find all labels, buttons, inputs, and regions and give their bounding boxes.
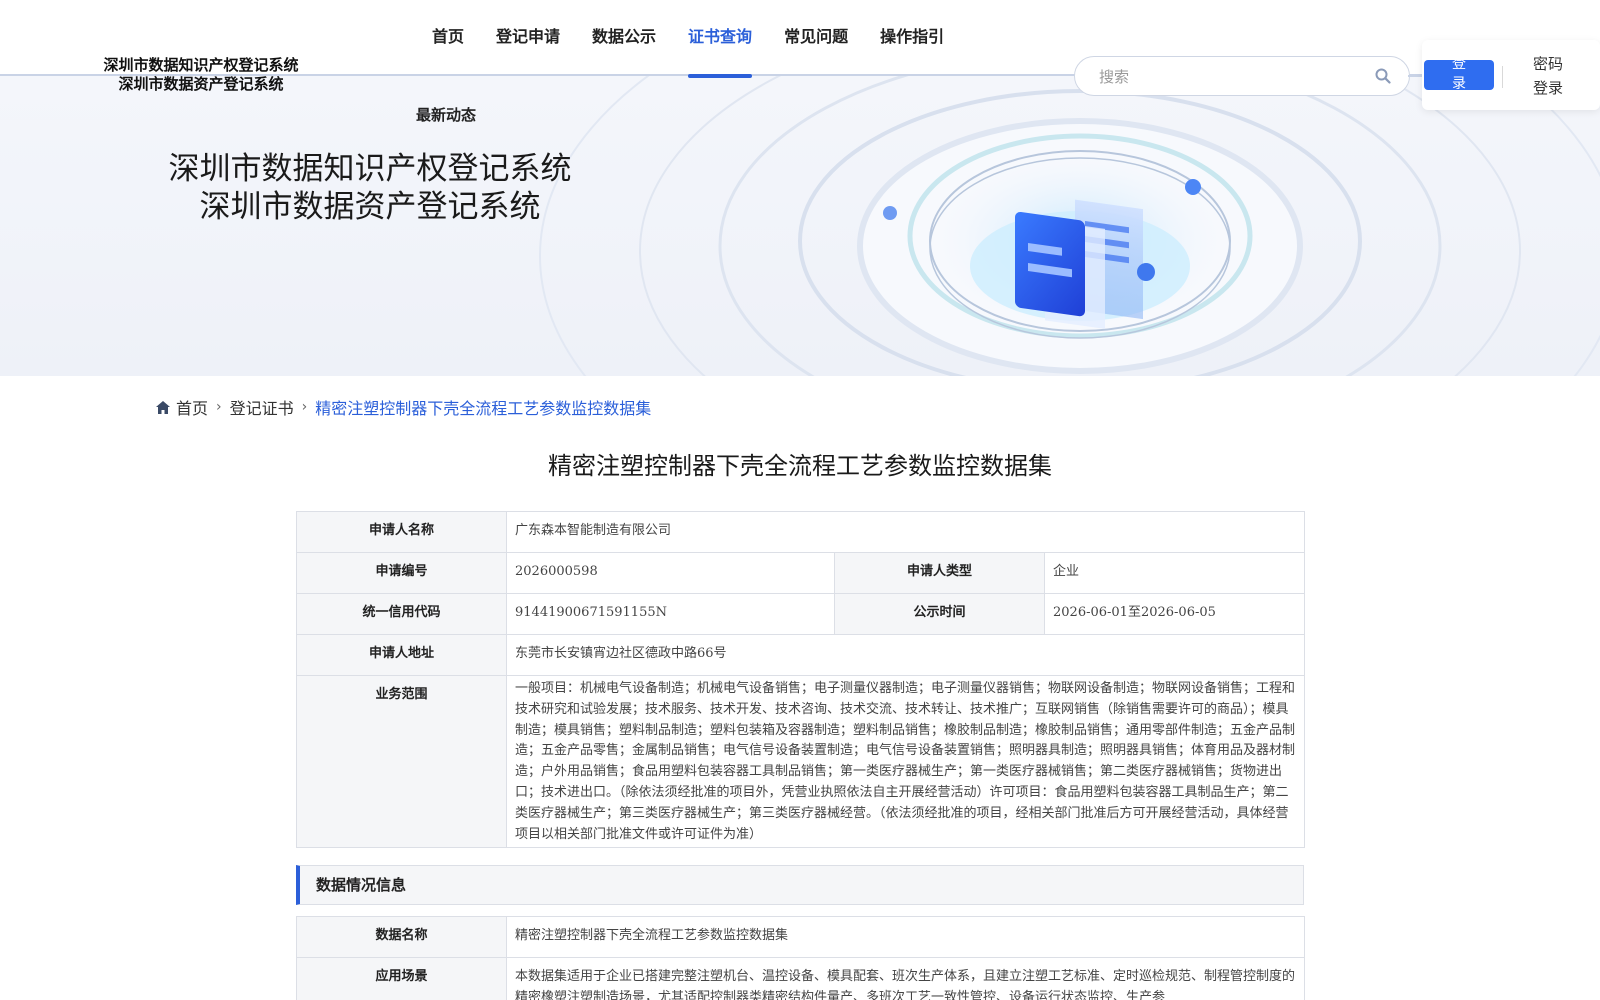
breadcrumb-current: 精密注塑控制器下壳全流程工艺参数监控数据集 — [315, 399, 652, 418]
logo-line2: 深圳市数据资产登记系统 — [118, 75, 284, 93]
applicant-name-label: 申请人名称 — [296, 511, 507, 553]
login-button-label: 登录 — [1452, 60, 1466, 90]
nav-item-home[interactable]: 首页 — [416, 24, 480, 76]
applicant-address-label: 申请人地址 — [296, 634, 507, 676]
banner-illustration — [539, 76, 1600, 376]
application-scenario-value: 本数据集适用于企业已搭建完整注塑机台、温控设备、模具配套、班次生产体系，且建立注… — [506, 957, 1305, 1000]
search-input[interactable] — [1099, 65, 1359, 89]
page-title: 精密注塑控制器下壳全流程工艺参数监控数据集 — [548, 452, 1052, 480]
main-nav: 首页 登记申请 数据公示 证书查询 常见问题 操作指引 — [416, 24, 960, 78]
applicant-type-label: 申请人类型 — [834, 552, 1045, 594]
business-scope-label: 业务范围 — [296, 674, 507, 849]
home-icon[interactable] — [156, 400, 170, 414]
credit-code-value: 91441900671591155N — [506, 593, 835, 635]
data-info-table: 数据名称 精密注塑控制器下壳全流程工艺参数监控数据集 应用场景 本数据集适用于企… — [296, 916, 1305, 1000]
application-number-value: 2026000598 — [506, 552, 835, 594]
chevron-right-icon: › — [216, 399, 222, 415]
search-icon[interactable] — [1375, 68, 1391, 84]
nav-item-faq[interactable]: 常见问题 — [768, 24, 864, 76]
data-info-section-header: 数据情况信息 — [296, 865, 1304, 905]
nav-item-latest-news[interactable]: 最新动态 — [416, 104, 476, 125]
applicant-type-value: 企业 — [1044, 552, 1305, 594]
nav-item-register-apply[interactable]: 登记申请 — [480, 24, 576, 76]
applicant-address-value: 东莞市长安镇宵边社区德政中路66号 — [506, 634, 1305, 676]
applicant-name-value: 广东森本智能制造有限公司 — [506, 511, 1305, 553]
breadcrumb-home[interactable]: 首页 — [176, 395, 208, 419]
breadcrumb: 首页 › 登记证书 › 精密注塑控制器下壳全流程工艺参数监控数据集 — [156, 396, 651, 418]
credit-code-label: 统一信用代码 — [296, 593, 507, 635]
publicity-time-value: 2026-06-01至2026-06-05 — [1044, 593, 1305, 635]
application-number-label: 申请编号 — [296, 552, 507, 594]
data-name-value: 精密注塑控制器下壳全流程工艺参数监控数据集 — [506, 916, 1305, 958]
applicant-info-table: 申请人名称 广东森本智能制造有限公司 申请编号 2026000598 申请人类型… — [296, 511, 1305, 849]
logo-line1: 深圳市数据知识产权登记系统 — [103, 56, 299, 74]
nav-item-data-publicity[interactable]: 数据公示 — [576, 24, 672, 76]
search-box — [1074, 56, 1410, 96]
breadcrumb-certificates[interactable]: 登记证书 — [230, 395, 294, 419]
banner-title-line2: 深圳市数据资产登记系统 — [199, 189, 541, 225]
publicity-time-label: 公示时间 — [834, 593, 1045, 635]
hero-banner: 深圳市数据知识产权登记系统 深圳市数据资产登记系统 — [0, 76, 1600, 376]
business-scope-value: 一般项目：机械电气设备制造；机械电气设备销售；电子测量仪器制造；电子测量仪器销售… — [506, 674, 1305, 849]
table-row: 统一信用代码 91441900671591155N 公示时间 2026-06-0… — [296, 593, 1305, 635]
table-row: 数据名称 精密注塑控制器下壳全流程工艺参数监控数据集 — [296, 916, 1305, 958]
table-row: 申请编号 2026000598 申请人类型 企业 — [296, 552, 1305, 594]
chevron-right-icon: › — [301, 399, 308, 415]
site-logo[interactable]: 深圳市数据知识产权登记系统 深圳市数据资产登记系统 — [96, 56, 306, 94]
login-panel: 登录 密码登录 — [1422, 40, 1600, 110]
nav-item-certificate-query[interactable]: 证书查询 — [672, 24, 768, 78]
nav-item-guide[interactable]: 操作指引 — [864, 24, 960, 76]
table-row: 申请人名称 广东森本智能制造有限公司 — [296, 511, 1305, 553]
table-row: 应用场景 本数据集适用于企业已搭建完整注塑机台、温控设备、模具配套、班次生产体系… — [296, 957, 1305, 1000]
login-divider — [1502, 66, 1503, 88]
table-row: 业务范围 一般项目：机械电气设备制造；机械电气设备销售；电子测量仪器制造；电子测… — [296, 674, 1305, 849]
data-name-label: 数据名称 — [296, 916, 507, 958]
application-scenario-label: 应用场景 — [296, 957, 507, 1000]
banner-title: 深圳市数据知识产权登记系统 深圳市数据资产登记系统 — [140, 150, 600, 226]
table-row: 申请人地址 东莞市长安镇宵边社区德政中路66号 — [296, 634, 1305, 676]
login-button[interactable]: 登录 — [1424, 60, 1494, 90]
password-login-link[interactable]: 密码登录 — [1530, 52, 1566, 100]
banner-title-line1: 深圳市数据知识产权登记系统 — [168, 151, 572, 187]
